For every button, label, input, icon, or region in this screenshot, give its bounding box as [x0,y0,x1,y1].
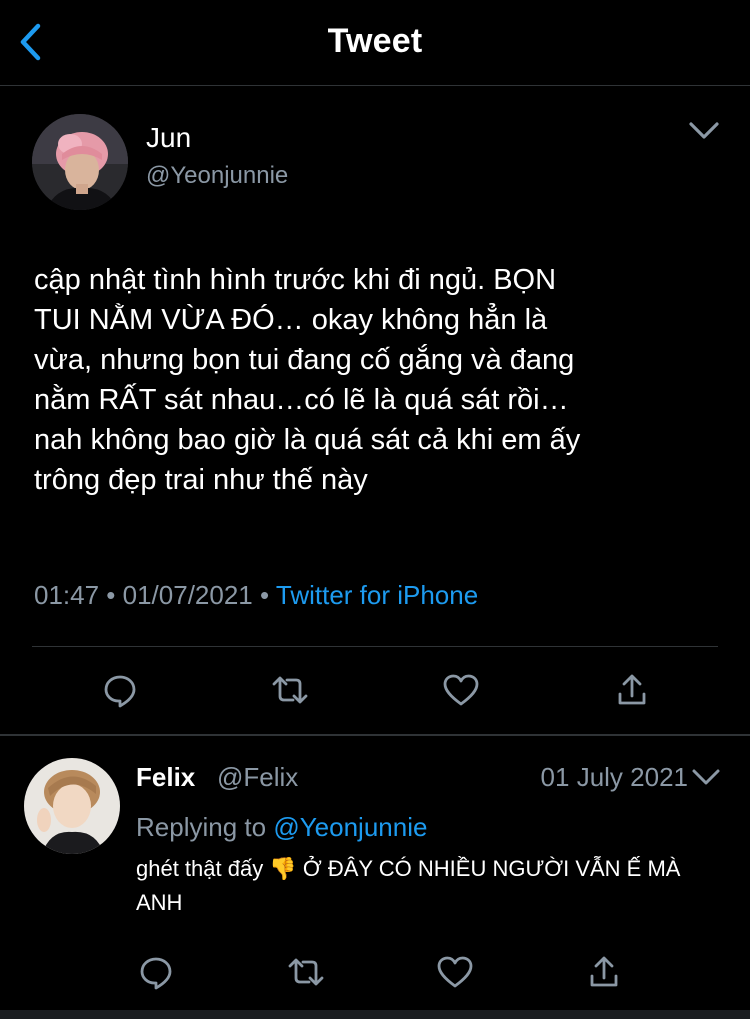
tweet-date: 01/07/2021 [122,580,253,610]
reply-icon [140,957,172,990]
chevron-down-icon [689,122,719,139]
author-handle[interactable]: @Yeonjunnie [146,162,288,190]
like-button[interactable] [441,670,481,710]
page-title: Tweet [327,22,423,60]
avatar[interactable] [32,114,128,210]
reply-icon [104,675,136,708]
tweet-time: 01:47 [34,580,100,610]
more-options-button[interactable] [688,762,724,792]
like-button[interactable] [435,952,475,992]
main-tweet: Jun @Yeonjunnie cập nhật tình hình trước… [0,86,750,734]
retweet-button[interactable] [270,670,310,710]
tweet-text: cập nhật tình hình trước khi đi ngủ. BỌN… [34,264,581,496]
reply-button[interactable] [100,670,140,710]
reply-author-handle[interactable]: @Felix [217,762,298,793]
share-icon [590,956,618,987]
replying-to-text: Replying to [136,812,274,842]
thumbs-down-emoji: 👎 [269,856,297,881]
retweet-icon [272,676,308,704]
retweet-icon [288,958,324,986]
tweet-action-bar [0,670,750,710]
top-nav-bar: Tweet [0,0,750,86]
author-name[interactable]: Jun [146,122,191,154]
chevron-down-icon [692,769,720,785]
tweet-detail-screen: Tweet Jun @Yeonjunnie cập nhật tình hình… [0,0,750,1019]
share-icon [618,674,646,705]
meta-separator: • [252,580,276,610]
share-button[interactable] [584,952,624,992]
meta-separator: • [99,580,123,610]
share-button[interactable] [612,670,652,710]
like-icon [443,674,479,706]
more-options-button[interactable] [686,116,722,146]
reply-tweet[interactable]: Felix @Felix 01 July 2021 Replying to @Y… [0,736,750,1019]
retweet-button[interactable] [286,952,326,992]
divider [32,646,718,647]
mention-link[interactable]: @Yeonjunnie [273,812,427,842]
avatar[interactable] [24,758,120,854]
reply-author-name[interactable]: Felix [136,762,195,793]
reply-date: 01 July 2021 [540,762,688,792]
replying-to-label: Replying to @Yeonjunnie [136,812,427,843]
tweet-source-link[interactable]: Twitter for iPhone [276,580,478,610]
reply-button[interactable] [136,952,176,992]
like-icon [437,956,473,988]
reply-text: ghét thật đấy 👎 Ở ĐÂY CÓ NHIỀU NGƯỜI VẪN… [136,852,726,920]
tweet-metadata: 01:47 • 01/07/2021 • Twitter for iPhone [34,580,478,611]
reply-action-bar [0,952,750,992]
reply-text-part: ghét thật đấy [136,856,270,881]
bottom-edge [0,1010,750,1019]
